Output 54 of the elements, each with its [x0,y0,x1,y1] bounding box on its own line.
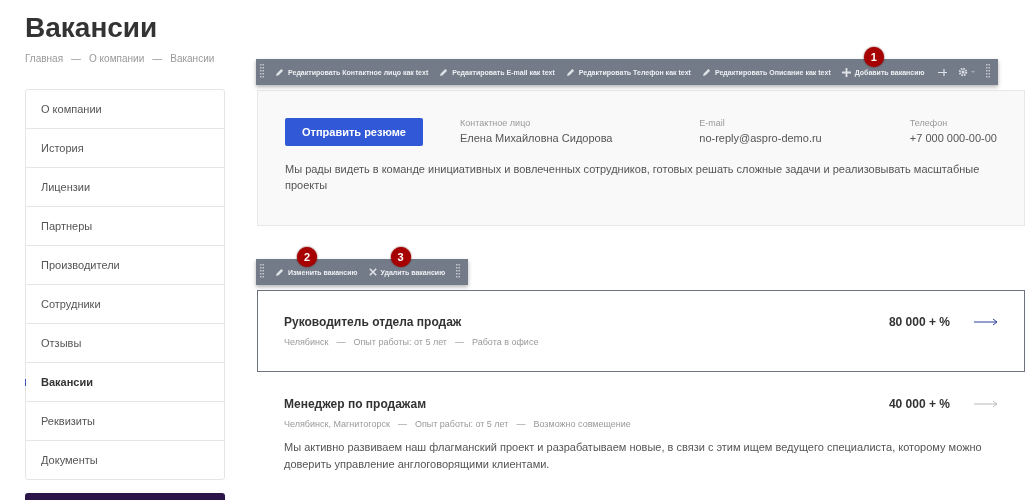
settings-icon[interactable] [957,67,975,77]
vacancy-meta: Возможно совмещение [533,419,631,429]
separator: — [152,53,163,64]
sidebar-item[interactable]: Сотрудники [26,284,224,323]
field-label: E-mail [699,118,726,128]
sidebar-item[interactable]: Вакансии [26,362,224,401]
page-title: Вакансии [25,12,158,45]
vacancy-title[interactable]: Руководитель отдела продаж [284,315,462,329]
drag-handle-icon[interactable] [260,264,264,280]
vacancy-meta: Челябинск, Магнитогорск [284,419,390,429]
salary: 40 000 + % [888,397,950,411]
vacancy-meta: Работа в офисе [471,337,539,347]
close-icon [368,268,377,276]
sidebar-item[interactable]: Партнеры [26,206,224,245]
pin-icon[interactable] [937,68,947,76]
drag-handle-icon[interactable] [260,64,264,80]
pencil-icon [439,67,449,77]
vacancy-card[interactable]: Руководитель отдела продаж 80 000 + % Челябинск — Опыт работы: от 5 лет — Работа в офисе [257,290,1025,372]
field-label: Телефон [909,118,949,128]
vacancy-meta: Опыт работы: от 5 лет [353,337,447,347]
pencil-icon [275,67,284,77]
separator: — [397,419,407,429]
separator: — [516,419,526,429]
vacancy-meta: Опыт работы: от 5 лет [414,419,509,429]
send-resume-button[interactable]: Отправить резюме [285,118,423,146]
sidebar-item[interactable]: Реквизиты [26,401,224,440]
plus-icon [841,67,851,77]
vacancy-description: Мы активно развиваем наш флагманский проект и разрабатываем новые, в связи с этим ищем ведущего специалиста, которому можно доверить управление англоговорящими клиентами. [284,440,983,472]
field-label: Контактное лицо [459,118,532,128]
arrow-icon[interactable] [974,318,998,326]
pencil-icon [701,67,711,77]
separator: — [71,53,82,64]
separator: — [336,337,346,347]
vacancy-meta: Челябинск [284,337,329,347]
number-badge: 1 [863,46,884,67]
sidebar-item[interactable]: Отзывы [26,323,224,362]
pencil-icon [275,267,284,277]
sidebar-item[interactable]: Документы [26,440,224,479]
sidebar-item[interactable]: О компании [26,90,224,128]
number-badge: 3 [390,247,411,267]
number-badge: 2 [297,246,317,267]
separator: — [454,337,464,347]
drag-handle-icon[interactable] [985,64,990,80]
salary: 80 000 + % [888,315,950,329]
sidebar-item[interactable]: История [26,128,224,167]
sidebar-item[interactable]: Лицензии [26,167,224,206]
field-value: +7 000 000-00-00 [909,132,997,144]
pencil-icon [565,67,575,77]
field-value: no-reply@aspro-demo.ru [699,132,823,144]
vacancy-title[interactable]: Менеджер по продажам [284,397,427,411]
description-text: Мы рады видеть в команде инициативных и вовлеченных сотрудников, готовых решать сложные задачи и реализовывать масштабные проекты [285,162,981,193]
sidebar-item[interactable]: Производители [26,245,224,284]
drag-handle-icon[interactable] [456,264,461,280]
field-value: Елена Михайловна Сидорова [459,132,614,144]
